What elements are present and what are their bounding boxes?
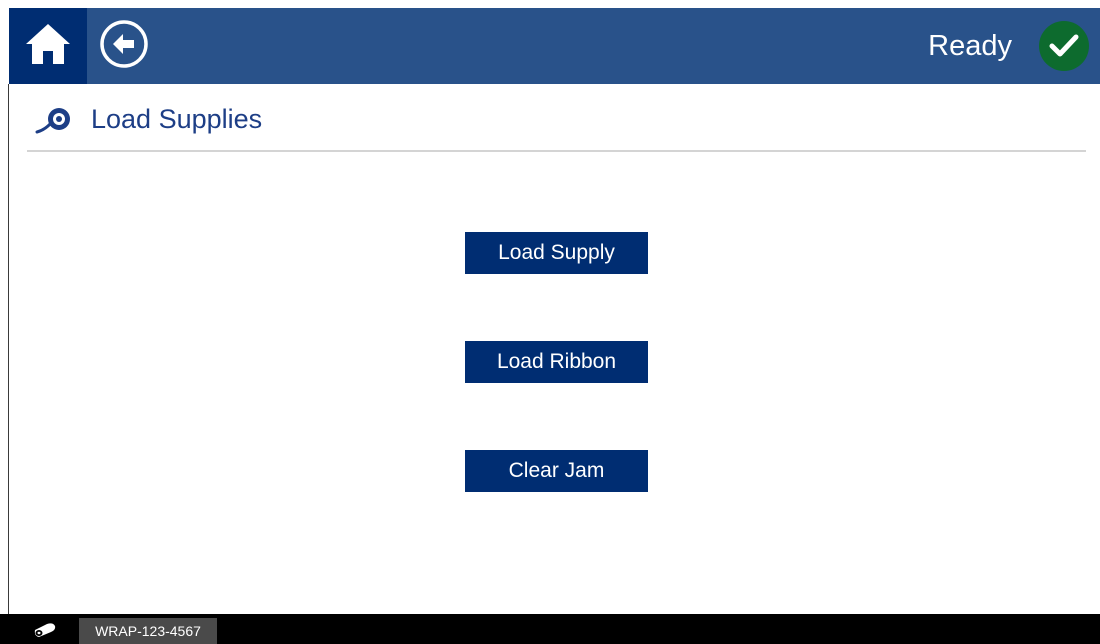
load-supply-button[interactable]: Load Supply — [465, 232, 648, 274]
home-icon — [23, 20, 73, 73]
load-ribbon-button[interactable]: Load Ribbon — [465, 341, 648, 383]
top-border — [0, 0, 1100, 8]
top-bar: Ready — [9, 8, 1100, 84]
divider — [27, 150, 1086, 152]
check-circle-icon — [1039, 21, 1089, 71]
status-footer: WRAP-123-4567 — [0, 614, 1100, 644]
page-header: Load Supplies — [9, 84, 1100, 154]
supply-id-label: WRAP-123-4567 — [79, 618, 217, 644]
supply-roll-icon — [33, 620, 57, 638]
back-arrow-icon — [99, 19, 149, 74]
home-button[interactable] — [9, 8, 87, 84]
back-button[interactable] — [99, 19, 149, 74]
page-title: Load Supplies — [91, 104, 263, 134]
left-border-line — [8, 84, 9, 614]
status-text: Ready — [928, 30, 1012, 62]
supply-roll-icon — [35, 106, 75, 134]
clear-jam-button[interactable]: Clear Jam — [465, 450, 648, 492]
app-window: Ready Load Supplies Load Supply Load Rib… — [0, 0, 1100, 644]
